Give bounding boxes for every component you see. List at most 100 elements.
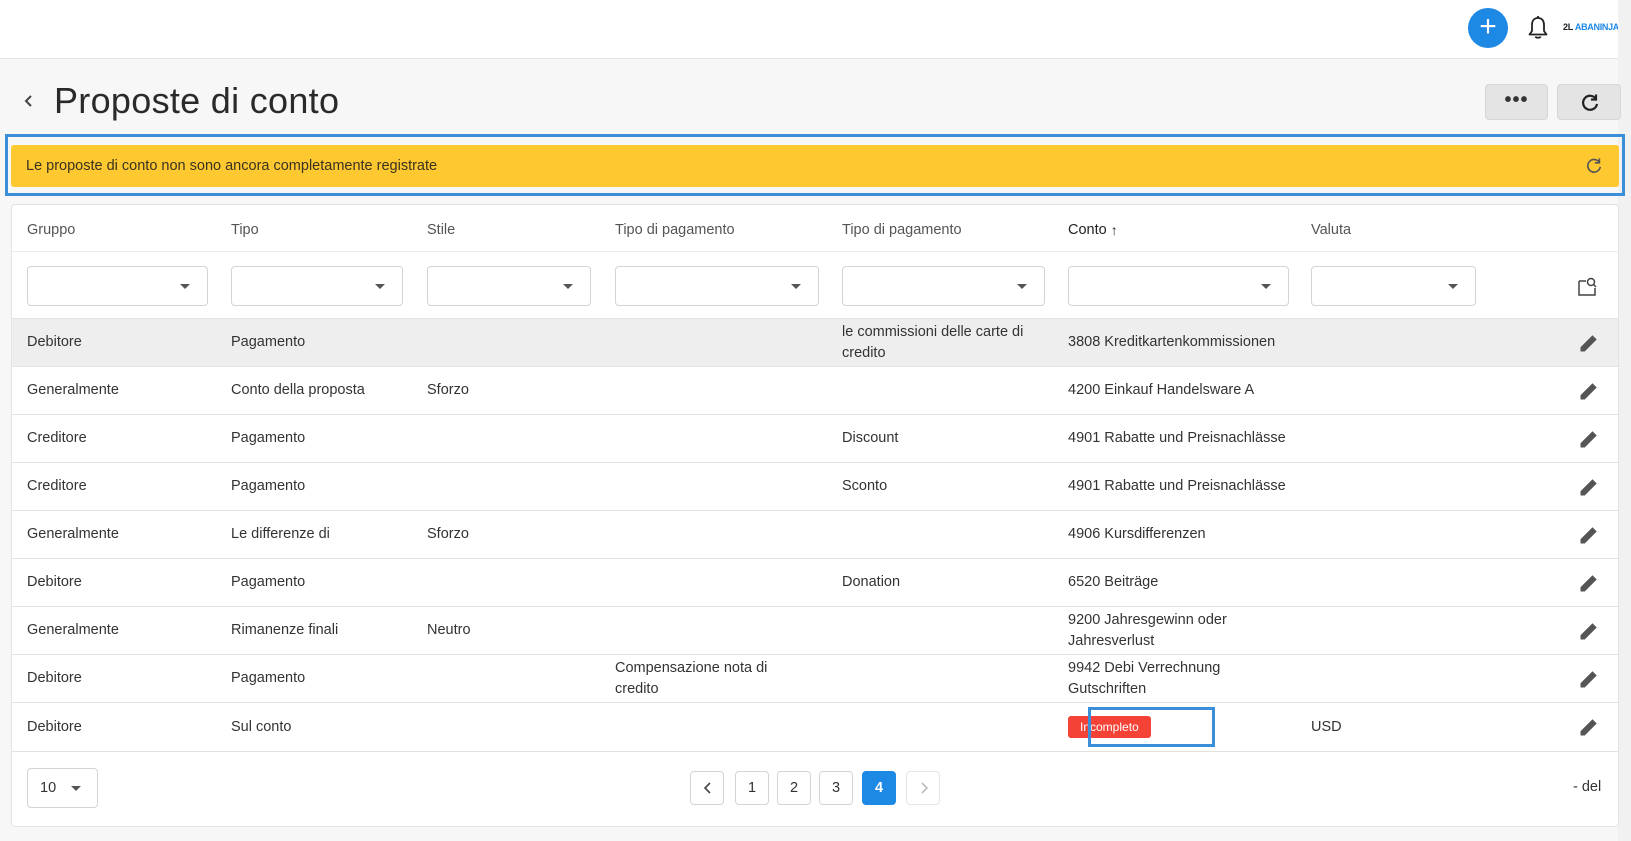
warning-banner-text: Le proposte di conto non sono ancora com…	[26, 158, 438, 174]
cell-tipo: Rimanenze finali	[231, 622, 339, 638]
table-row[interactable]: Generalmente Conto della proposta Sforzo…	[12, 366, 1618, 414]
cell-conto: 4200 Einkauf Handelsware A	[1068, 382, 1255, 398]
cell-stile: Neutro	[427, 622, 471, 638]
logo-text: ABANINJA	[1574, 22, 1620, 32]
logo-mark: 2L	[1563, 22, 1573, 32]
cell-gruppo: Generalmente	[27, 622, 119, 638]
badge-focus-outline	[1088, 707, 1215, 747]
edit-pencil-icon[interactable]	[1578, 332, 1600, 354]
cell-tipo: Conto della proposta	[231, 382, 365, 398]
cell-tipo: Pagamento	[231, 430, 306, 446]
cell-gruppo: Debitore	[27, 670, 82, 686]
filter-stile-select[interactable]	[427, 266, 591, 306]
filter-tipo-pagamento-1-select[interactable]	[615, 266, 819, 306]
chevron-down-icon	[1017, 284, 1027, 289]
page-button-1[interactable]: 1	[735, 771, 769, 805]
cell-tipo-pagamento-2: le commissioni delle carte di credito	[842, 324, 1024, 361]
edit-pencil-icon[interactable]	[1578, 380, 1600, 402]
refresh-icon	[1582, 94, 1599, 111]
cell-gruppo: Creditore	[27, 430, 87, 446]
next-page-button[interactable]	[906, 771, 940, 805]
cell-tipo-pagamento-2: Sconto	[842, 478, 888, 494]
page-button-3[interactable]: 3	[819, 771, 853, 805]
table-row[interactable]: Creditore Pagamento Discount 4901 Rabatt…	[12, 414, 1618, 462]
column-header-tipo[interactable]: Tipo	[231, 222, 259, 238]
table-row[interactable]: Debitore Pagamento Donation 6520 Beiträg…	[12, 558, 1618, 606]
filter-valuta-select[interactable]	[1311, 266, 1476, 306]
app-logo[interactable]: 2L ABANINJA	[1563, 22, 1619, 32]
page-button-4[interactable]: 4	[862, 771, 896, 805]
table-row[interactable]: Generalmente Le differenze di Sforzo 490…	[12, 510, 1618, 558]
chevron-down-icon	[563, 284, 573, 289]
refresh-button[interactable]	[1557, 84, 1621, 120]
table-row[interactable]: Debitore Pagamento le commissioni delle …	[12, 318, 1618, 366]
cell-gruppo: Creditore	[27, 478, 87, 494]
column-header-tipo-pagamento-1[interactable]: Tipo di pagamento	[615, 222, 735, 238]
cell-gruppo: Generalmente	[27, 526, 119, 542]
chevron-right-icon	[921, 782, 929, 794]
chevron-down-icon	[1448, 284, 1458, 289]
cell-gruppo: Generalmente	[27, 382, 119, 398]
cell-conto: 3808 Kreditkartenkommissionen	[1068, 334, 1276, 350]
chevron-down-icon	[1261, 284, 1271, 289]
cell-tipo: Sul conto	[231, 719, 292, 735]
column-header-valuta[interactable]: Valuta	[1311, 222, 1351, 238]
previous-page-button[interactable]	[690, 771, 724, 805]
edit-pencil-icon[interactable]	[1578, 572, 1600, 594]
filter-gruppo-select[interactable]	[27, 266, 208, 306]
edit-pencil-icon[interactable]	[1578, 476, 1600, 498]
page-size-value: 10	[40, 780, 57, 796]
warning-banner: Le proposte di conto non sono ancora com…	[11, 145, 1619, 187]
page-size-select[interactable]: 10	[27, 768, 98, 808]
cell-conto: 4901 Rabatte und Preisnachlässe	[1068, 478, 1286, 494]
cell-tipo: Pagamento	[231, 334, 306, 350]
cell-valuta: USD	[1311, 719, 1342, 735]
chevron-down-icon	[180, 284, 190, 289]
filter-tipo-pagamento-2-select[interactable]	[842, 266, 1045, 306]
cell-tipo: Pagamento	[231, 574, 306, 590]
header-divider	[12, 251, 1618, 252]
pagination-range-text: - del	[1573, 779, 1602, 795]
cell-tipo-pagamento-1: Compensazione nota di credito	[615, 660, 768, 697]
table-row[interactable]: Debitore Sul conto Incompleto USD	[12, 702, 1618, 751]
table-row[interactable]: Creditore Pagamento Sconto 4901 Rabatte …	[12, 462, 1618, 510]
sort-ascending-icon: ↑	[1110, 222, 1118, 238]
column-settings-icon[interactable]	[1576, 276, 1598, 298]
column-header-conto[interactable]: Conto ↑	[1068, 222, 1118, 238]
edit-pencil-icon[interactable]	[1578, 428, 1600, 450]
chevron-down-icon	[71, 786, 81, 791]
table-row[interactable]: Generalmente Rimanenze finali Neutro 920…	[12, 606, 1618, 654]
chevron-down-icon	[791, 284, 801, 289]
cell-conto: 4901 Rabatte und Preisnachlässe	[1068, 430, 1286, 446]
footer-divider	[12, 751, 1618, 752]
page-scrollbar[interactable]	[1618, 0, 1631, 841]
cell-conto: 4906 Kursdifferenzen	[1068, 526, 1206, 542]
bell-icon[interactable]	[1526, 15, 1550, 41]
banner-refresh-icon[interactable]	[1585, 157, 1603, 175]
edit-pencil-icon[interactable]	[1578, 668, 1600, 690]
column-header-tipo-pagamento-2[interactable]: Tipo di pagamento	[842, 222, 962, 238]
column-header-conto-label: Conto	[1068, 222, 1107, 238]
filter-tipo-select[interactable]	[231, 266, 403, 306]
more-options-button[interactable]: •••	[1485, 84, 1548, 120]
edit-pencil-icon[interactable]	[1578, 524, 1600, 546]
cell-conto: 9942 Debi Verrechnung Gutschriften	[1068, 660, 1221, 697]
table-row[interactable]: Debitore Pagamento Compensazione nota di…	[12, 654, 1618, 702]
add-button[interactable]: +	[1468, 8, 1508, 48]
cell-stile: Sforzo	[427, 526, 469, 542]
edit-pencil-icon[interactable]	[1578, 716, 1600, 738]
chevron-down-icon	[375, 284, 385, 289]
page-button-2[interactable]: 2	[777, 771, 811, 805]
cell-gruppo: Debitore	[27, 334, 82, 350]
filter-conto-select[interactable]	[1068, 266, 1289, 306]
cell-tipo-pagamento-2: Discount	[842, 430, 899, 446]
page-title: Proposte di conto	[54, 80, 340, 121]
edit-pencil-icon[interactable]	[1578, 620, 1600, 642]
back-arrow-icon[interactable]	[19, 89, 39, 113]
chevron-left-icon	[703, 782, 711, 794]
cell-tipo: Pagamento	[231, 478, 306, 494]
cell-tipo-pagamento-2: Donation	[842, 574, 901, 590]
column-header-stile[interactable]: Stile	[427, 222, 455, 238]
column-header-gruppo[interactable]: Gruppo	[27, 222, 75, 238]
cell-gruppo: Debitore	[27, 574, 82, 590]
